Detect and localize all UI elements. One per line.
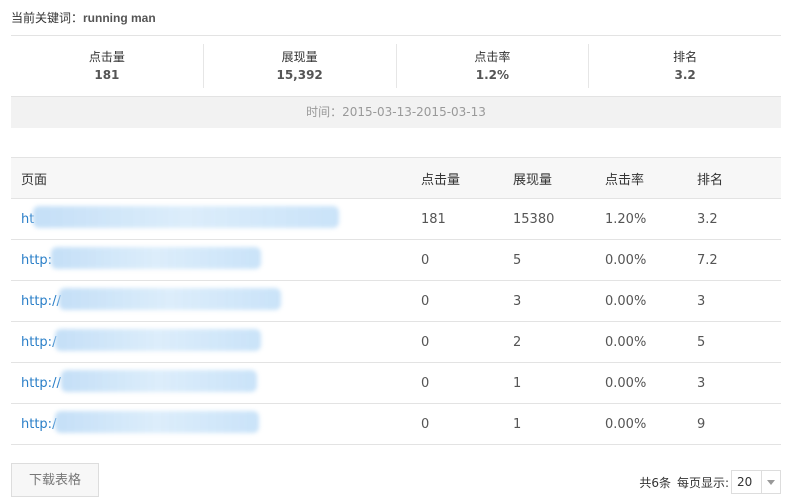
page-url-text: http:// <box>21 375 61 391</box>
cell-rank: 3.2 <box>697 198 781 240</box>
cell-impressions: 3 <box>513 280 605 322</box>
cell-page: http: <box>11 239 421 281</box>
page-url-text: http:/ <box>21 334 57 350</box>
cell-rank: 3 <box>697 362 781 404</box>
cell-clicks: 0 <box>421 362 513 404</box>
stat-label: 点击量 <box>88 50 125 64</box>
col-header-page: 页面 <box>11 157 421 199</box>
divider <box>11 35 781 36</box>
table-row: http: 0 5 0.00% 7.2 <box>11 239 781 281</box>
stat-impressions: 展现量 15,392 <box>204 44 397 88</box>
keyword-label: 当前关键词： <box>11 11 84 25</box>
stat-ctr: 点击率 1.2% <box>397 44 590 88</box>
per-page-select[interactable]: 20 <box>731 470 781 494</box>
page-url-text: http: <box>21 252 53 268</box>
cell-rank: 7.2 <box>697 239 781 281</box>
col-header-clicks: 点击量 <box>421 157 513 199</box>
table-row: http:/ 0 2 0.00% 5 <box>11 321 781 363</box>
time-range: 时间：2015-03-13-2015-03-13 <box>11 96 781 128</box>
table-row: http:/ 0 1 0.00% 9 <box>11 403 781 445</box>
table-row: http:// 0 3 0.00% 3 <box>11 280 781 322</box>
table-row: http:// 0 1 0.00% 3 <box>11 362 781 404</box>
cell-clicks: 181 <box>421 198 513 240</box>
cell-ctr: 0.00% <box>605 403 697 445</box>
per-page-value: 20 <box>737 475 753 489</box>
cell-impressions: 1 <box>513 362 605 404</box>
stat-label: 排名 <box>673 50 698 64</box>
table-row: ht 181 15380 1.20% 3.2 <box>11 198 781 240</box>
cell-page: http:// <box>11 362 421 404</box>
cell-clicks: 0 <box>421 403 513 445</box>
cell-ctr: 0.00% <box>605 239 697 281</box>
table-header-row: 页面 点击量 展现量 点击率 排名 <box>11 157 781 199</box>
cell-clicks: 0 <box>421 280 513 322</box>
stat-value: 181 <box>94 68 120 82</box>
redaction-blur <box>51 246 261 269</box>
page-url-text: http:// <box>21 293 61 309</box>
page-link[interactable]: http:// <box>21 369 257 392</box>
redaction-blur <box>61 369 257 392</box>
redaction-blur <box>55 328 261 351</box>
per-page-label: 每页显示: <box>676 475 729 490</box>
cell-clicks: 0 <box>421 321 513 363</box>
stat-clicks: 点击量 181 <box>11 44 204 88</box>
cell-page: http:/ <box>11 321 421 363</box>
cell-page: http:// <box>11 280 421 322</box>
redaction-blur <box>59 287 281 310</box>
page-link[interactable]: ht <box>21 205 339 228</box>
cell-impressions: 15380 <box>513 198 605 240</box>
stat-label: 点击率 <box>474 50 511 64</box>
cell-impressions: 5 <box>513 239 605 281</box>
col-header-ctr: 点击率 <box>605 157 697 199</box>
col-header-rank: 排名 <box>697 157 781 199</box>
page-url-text: http:/ <box>21 416 57 432</box>
cell-rank: 9 <box>697 403 781 445</box>
stat-value: 15,392 <box>276 68 323 82</box>
stat-rank: 排名 3.2 <box>589 44 781 88</box>
redaction-blur <box>33 205 339 228</box>
redaction-blur <box>55 410 259 433</box>
cell-page: http:/ <box>11 403 421 445</box>
pages-table: 页面 点击量 展现量 点击率 排名 ht 181 15380 1.20% 3.2… <box>11 157 781 445</box>
pagination: 共6条 每页显示: 20 <box>639 470 781 494</box>
page-link[interactable]: http:// <box>21 287 281 310</box>
cell-ctr: 0.00% <box>605 321 697 363</box>
stat-label: 展现量 <box>281 50 318 64</box>
download-table-button[interactable]: 下载表格 <box>11 463 99 497</box>
cell-rank: 3 <box>697 280 781 322</box>
col-header-impressions: 展现量 <box>513 157 605 199</box>
cell-impressions: 1 <box>513 403 605 445</box>
chevron-down-icon[interactable] <box>761 471 780 493</box>
stat-value: 3.2 <box>674 68 696 82</box>
cell-ctr: 0.00% <box>605 362 697 404</box>
page-link[interactable]: http:/ <box>21 410 259 433</box>
cell-rank: 5 <box>697 321 781 363</box>
keyword-value: running man <box>83 11 156 25</box>
page-link[interactable]: http:/ <box>21 328 261 351</box>
cell-ctr: 1.20% <box>605 198 697 240</box>
current-keyword: 当前关键词：running man <box>11 9 156 26</box>
stat-value: 1.2% <box>475 68 510 82</box>
cell-clicks: 0 <box>421 239 513 281</box>
stats-summary: 点击量 181 展现量 15,392 点击率 1.2% 排名 3.2 <box>11 44 781 88</box>
cell-page: ht <box>11 198 421 240</box>
total-count: 共6条 <box>639 475 671 490</box>
page-link[interactable]: http: <box>21 246 261 269</box>
cell-ctr: 0.00% <box>605 280 697 322</box>
cell-impressions: 2 <box>513 321 605 363</box>
